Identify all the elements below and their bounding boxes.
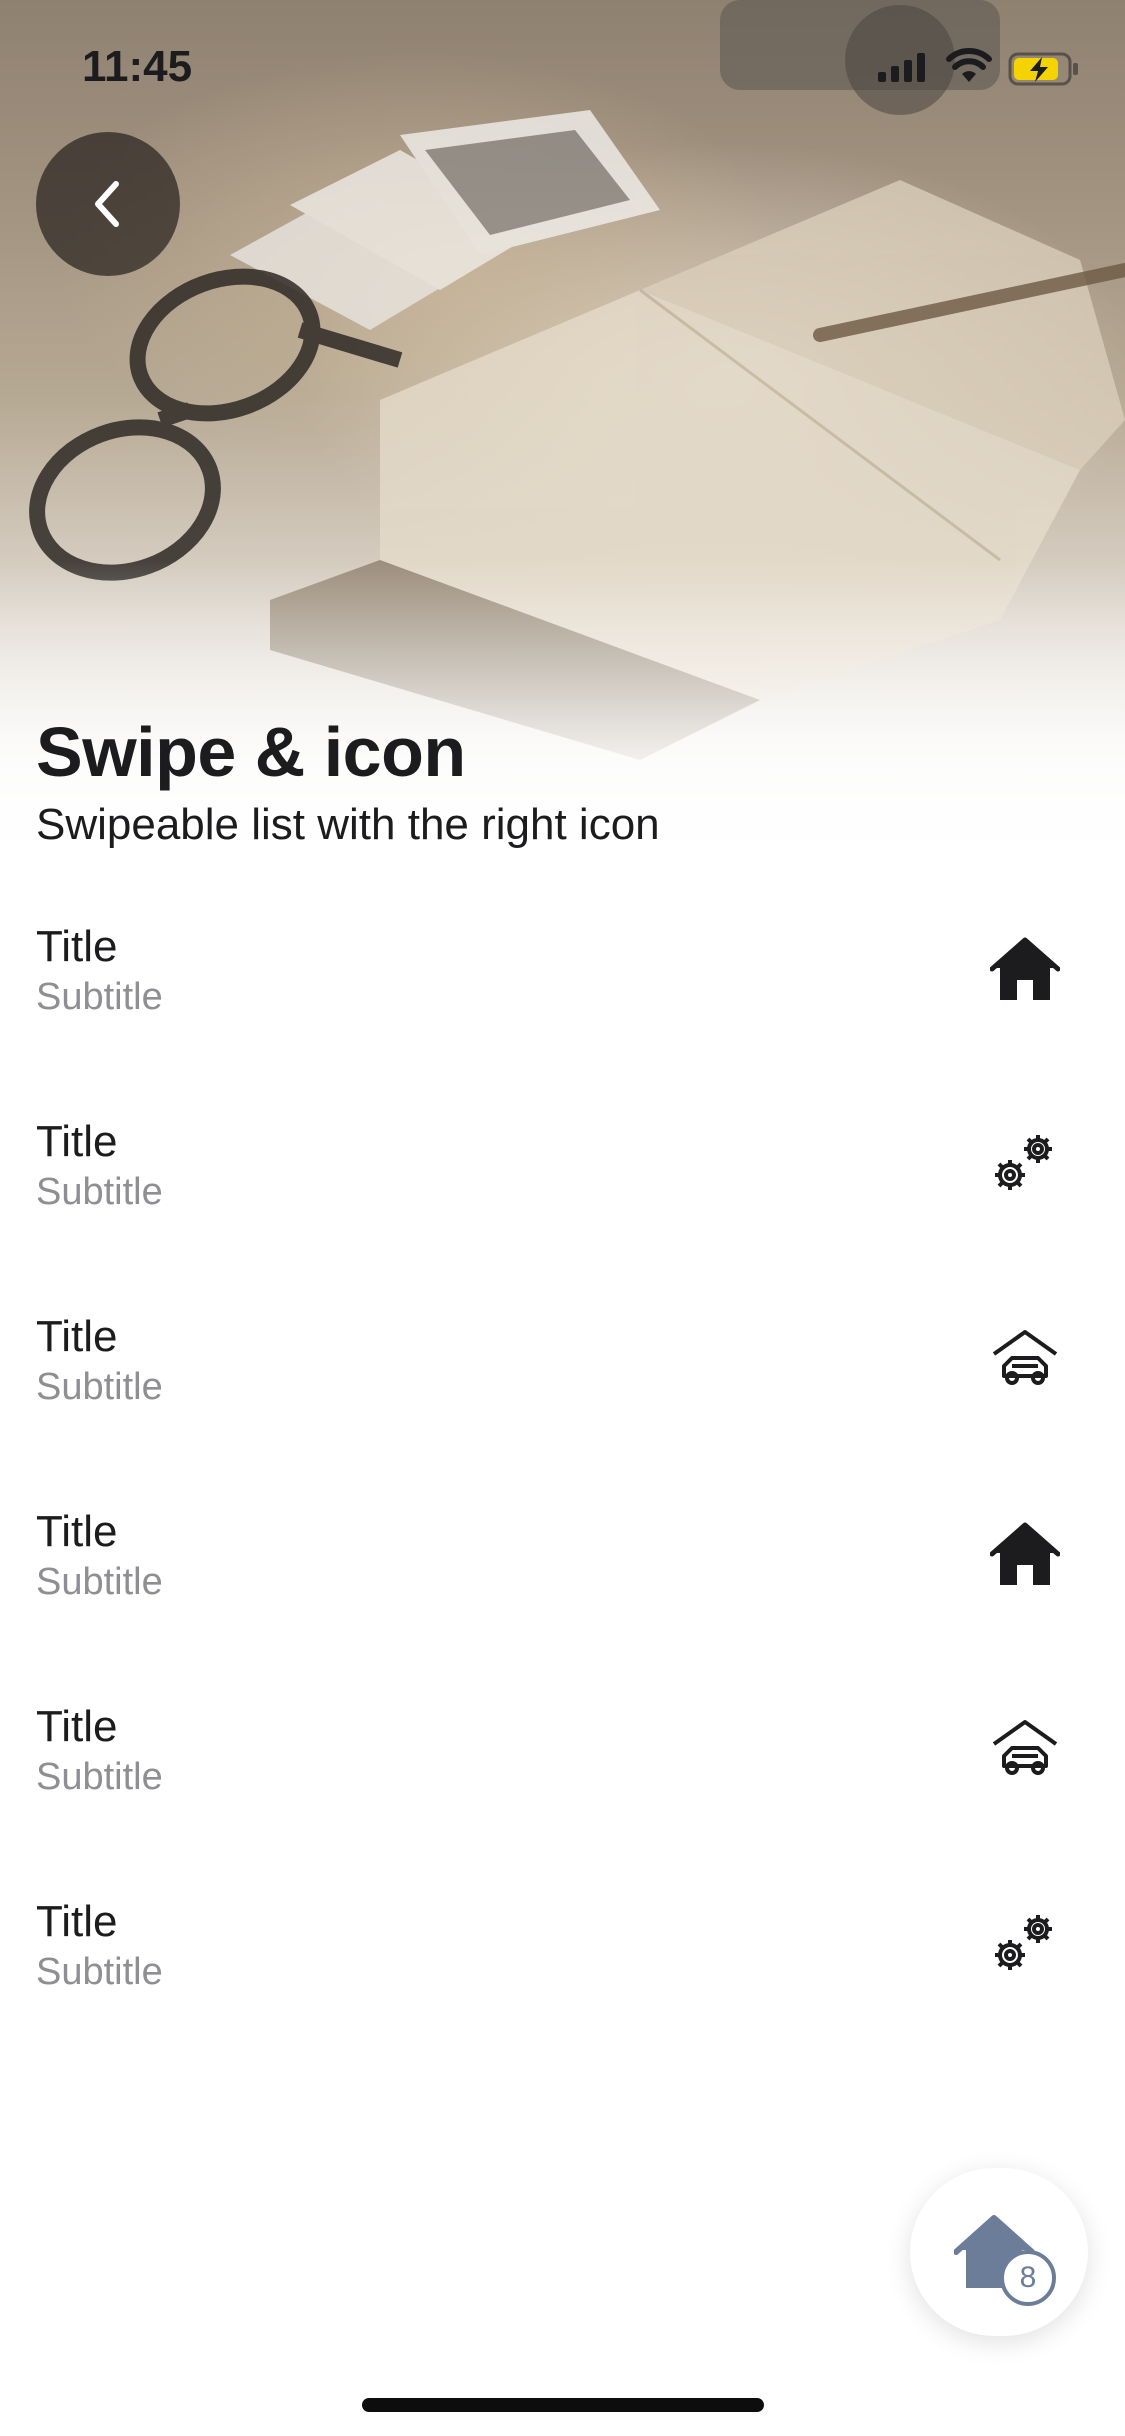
list-item-title: Title: [36, 922, 118, 971]
list-item-title: Title: [36, 1507, 118, 1556]
battery-charging-icon: [1008, 52, 1078, 86]
list-item-subtitle: Subtitle: [36, 1756, 163, 1798]
house-icon: [990, 1522, 1060, 1585]
page-subtitle: Swipeable list with the right icon: [36, 800, 660, 849]
list-item-subtitle: Subtitle: [36, 1951, 163, 1993]
garage-car-icon: [992, 1330, 1058, 1385]
status-time: 11:45: [82, 42, 193, 91]
list-item[interactable]: Title Subtitle: [0, 1660, 1125, 1855]
list-item-title: Title: [36, 1702, 118, 1751]
garage-car-icon: [992, 1720, 1058, 1775]
house-icon: [990, 937, 1060, 1000]
list-item-title: Title: [36, 1897, 118, 1946]
swipeable-list: Title Subtitle Title Subtitle Title Subt…: [0, 880, 1125, 2050]
notification-badge: 8: [1000, 2250, 1056, 2306]
list-item-subtitle: Subtitle: [36, 1366, 163, 1408]
page-title: Swipe & icon: [36, 713, 466, 791]
chevron-left-icon: [95, 181, 119, 227]
cellular-signal-icon: [878, 53, 925, 82]
wifi-icon: [946, 48, 992, 82]
list-item-subtitle: Subtitle: [36, 1171, 163, 1213]
list-item-subtitle: Subtitle: [36, 976, 163, 1018]
gears-icon: [995, 1135, 1052, 1190]
list-item[interactable]: Title Subtitle: [0, 880, 1125, 1075]
list-item-subtitle: Subtitle: [36, 1561, 163, 1603]
home-indicator[interactable]: [362, 2398, 764, 2412]
list-item[interactable]: Title Subtitle: [0, 1075, 1125, 1270]
list-item[interactable]: Title Subtitle: [0, 1855, 1125, 2050]
status-bar: 11:45: [0, 0, 1125, 120]
list-item-title: Title: [36, 1312, 118, 1361]
back-button[interactable]: [36, 132, 180, 276]
floating-home-button[interactable]: 8: [910, 2168, 1088, 2336]
list-item[interactable]: Title Subtitle: [0, 1465, 1125, 1660]
list-item-title: Title: [36, 1117, 118, 1166]
list-item[interactable]: Title Subtitle: [0, 1270, 1125, 1465]
gears-icon: [995, 1915, 1052, 1970]
